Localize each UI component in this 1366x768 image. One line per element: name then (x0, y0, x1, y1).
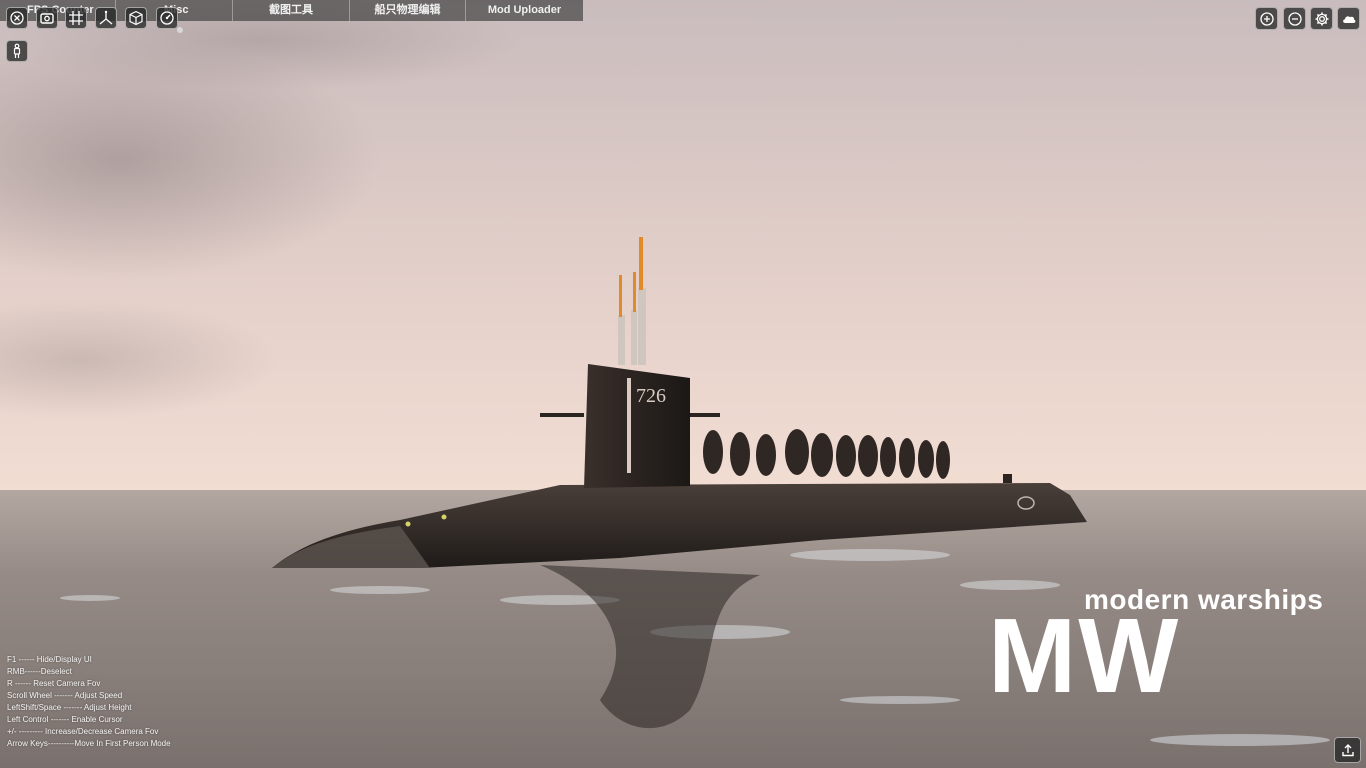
help-line: F1 ------ Hide/Display UI (7, 655, 92, 664)
keybinding-help: F1 ------ Hide/Display UI RMB------Desel… (7, 654, 171, 750)
axes-icon (99, 10, 113, 25)
tab-mod-uploader[interactable]: Mod Uploader (466, 0, 583, 21)
hull-number: 726 (636, 385, 666, 407)
top-menu-bar: FPS Counter Misc 截图工具 船只物理编辑 Mod Uploade… (0, 0, 583, 21)
help-line: Scroll Wheel ------- Adjust Speed (7, 691, 123, 700)
close-icon (10, 11, 24, 25)
tab-screenshot-tool[interactable]: 截图工具 (233, 0, 350, 21)
settings-button[interactable] (1310, 7, 1333, 30)
help-line: Arrow Keys----------Move In First Person… (7, 739, 171, 748)
cube-button[interactable] (125, 7, 147, 29)
screenshot-button[interactable] (36, 7, 58, 29)
help-line: +/- --------- Increase/Decrease Camera F… (7, 727, 159, 736)
gear-icon (1315, 12, 1328, 25)
help-line: LeftShift/Space ------- Adjust Height (7, 703, 132, 712)
upload-button[interactable] (1334, 737, 1361, 763)
grid-icon (69, 11, 83, 25)
help-line: R ------ Reset Camera Fov (7, 679, 101, 688)
logo-main: MW (988, 597, 1181, 715)
status-dot (177, 27, 183, 33)
help-line: RMB------Deselect (7, 667, 72, 676)
axes-button[interactable] (95, 7, 117, 29)
help-line: Left Control ------- Enable Cursor (7, 715, 123, 724)
zoom-out-icon (1287, 11, 1302, 26)
zoom-in-button[interactable] (1255, 7, 1278, 30)
grid-button[interactable] (65, 7, 87, 29)
close-button[interactable] (6, 7, 28, 29)
cloud-icon (1342, 15, 1355, 23)
camera-icon (40, 13, 54, 24)
gauge-icon (160, 11, 174, 25)
cloud-button[interactable] (1337, 7, 1360, 30)
tab-ship-physics-editor[interactable]: 船只物理编辑 (350, 0, 466, 21)
first-person-button[interactable] (6, 40, 28, 62)
cube-icon (129, 10, 143, 26)
zoom-out-button[interactable] (1283, 7, 1306, 30)
gauge-button[interactable] (156, 7, 178, 29)
person-icon (13, 43, 21, 58)
upload-icon (1341, 744, 1354, 757)
zoom-in-icon (1259, 11, 1274, 26)
